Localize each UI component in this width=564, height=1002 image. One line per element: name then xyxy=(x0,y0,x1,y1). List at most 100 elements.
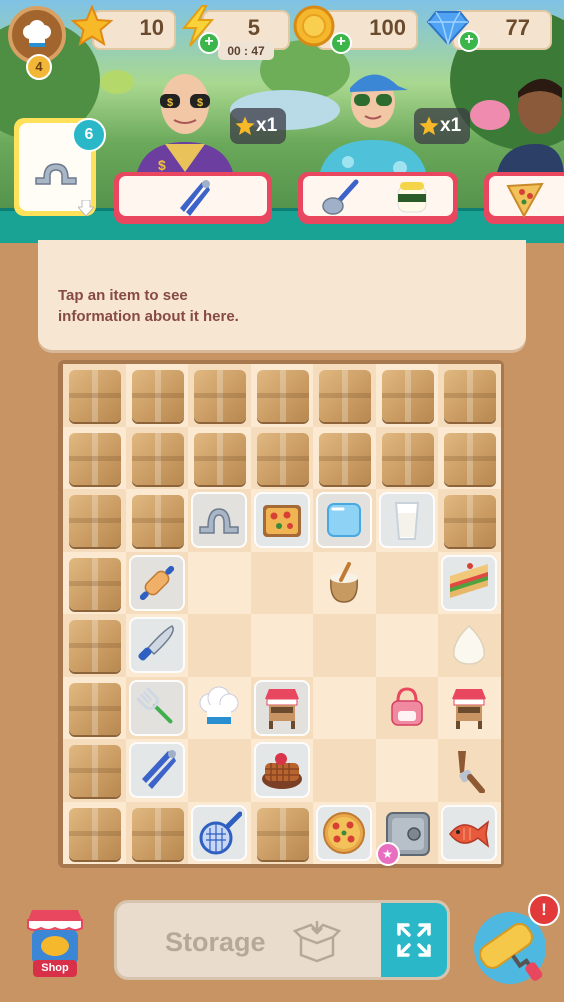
knife-icon[interactable] xyxy=(134,622,180,668)
board-cell[interactable] xyxy=(250,676,313,739)
board-cell[interactable] xyxy=(63,614,126,677)
board-cell[interactable] xyxy=(188,426,251,489)
board-cell[interactable] xyxy=(375,426,438,489)
board-cell[interactable] xyxy=(63,489,126,552)
locked-box[interactable] xyxy=(131,370,184,422)
board-cell[interactable] xyxy=(313,489,376,552)
locked-box[interactable] xyxy=(319,370,371,422)
board-cell[interactable] xyxy=(438,739,501,802)
food-stand-icon[interactable] xyxy=(446,685,492,731)
pizza-slice-icon[interactable] xyxy=(259,497,305,543)
board-cell[interactable] xyxy=(63,426,126,489)
fish-icon[interactable] xyxy=(446,810,492,856)
customer-cap-man[interactable] xyxy=(318,58,428,182)
board-cell[interactable] xyxy=(125,614,188,677)
locked-box[interactable] xyxy=(194,370,246,422)
locked-box[interactable] xyxy=(444,432,496,485)
board-cell[interactable] xyxy=(375,551,438,614)
board-cell[interactable] xyxy=(313,739,376,802)
tongs-icon[interactable] xyxy=(134,747,180,793)
board-cell[interactable] xyxy=(125,426,188,489)
board-cell[interactable] xyxy=(250,364,313,427)
locked-box[interactable] xyxy=(131,432,184,485)
board-cell[interactable] xyxy=(250,739,313,802)
fork-icon[interactable] xyxy=(134,685,180,731)
board-cell[interactable] xyxy=(375,364,438,427)
board-cell[interactable] xyxy=(188,676,251,739)
board-cell[interactable] xyxy=(125,801,188,864)
board-cell[interactable] xyxy=(63,551,126,614)
board-cell[interactable] xyxy=(188,551,251,614)
locked-box[interactable] xyxy=(131,495,184,547)
order-card-2[interactable] xyxy=(298,172,458,224)
locked-box[interactable] xyxy=(256,807,309,860)
locked-box[interactable] xyxy=(194,432,246,485)
board-cell[interactable] xyxy=(438,489,501,552)
board-cell[interactable] xyxy=(438,426,501,489)
locked-box[interactable] xyxy=(69,807,121,860)
sandwich-icon[interactable] xyxy=(446,560,492,606)
clamp-icon[interactable] xyxy=(196,497,242,543)
board-cell[interactable] xyxy=(438,676,501,739)
board-cell[interactable] xyxy=(188,739,251,802)
meat-grinder-icon[interactable] xyxy=(446,747,492,793)
board-cell[interactable] xyxy=(63,364,126,427)
locked-box[interactable] xyxy=(69,745,121,797)
board-cell[interactable] xyxy=(63,801,126,864)
customer-third[interactable] xyxy=(496,68,564,178)
locked-box[interactable] xyxy=(69,682,121,735)
board-cell[interactable] xyxy=(375,676,438,739)
locked-box[interactable] xyxy=(319,432,371,485)
order-card-1[interactable] xyxy=(114,172,272,224)
board-cell[interactable] xyxy=(188,489,251,552)
board-cell[interactable] xyxy=(250,801,313,864)
board-cell[interactable] xyxy=(250,489,313,552)
ice-cube-icon[interactable] xyxy=(321,497,367,543)
board-cell[interactable] xyxy=(188,801,251,864)
board-cell[interactable] xyxy=(313,614,376,677)
board-cell[interactable] xyxy=(438,801,501,864)
locked-box[interactable] xyxy=(69,495,121,547)
gems-plus-button[interactable]: + xyxy=(458,30,480,52)
board-cell[interactable] xyxy=(250,426,313,489)
board-cell[interactable] xyxy=(313,426,376,489)
flour-sack-icon[interactable] xyxy=(321,560,367,606)
sieve-icon[interactable] xyxy=(196,810,242,856)
board-cell[interactable] xyxy=(375,489,438,552)
expand-button[interactable] xyxy=(381,903,447,977)
rolling-pin-icon[interactable] xyxy=(134,560,180,606)
locked-box[interactable] xyxy=(381,432,434,485)
energy-plus-button[interactable]: + xyxy=(198,32,220,54)
board-cell[interactable] xyxy=(250,551,313,614)
board-cell[interactable] xyxy=(438,551,501,614)
locked-box[interactable] xyxy=(131,807,184,860)
locked-box[interactable] xyxy=(256,370,309,422)
rice-ball-icon[interactable] xyxy=(446,622,492,668)
board-cell[interactable] xyxy=(375,614,438,677)
board-cell[interactable] xyxy=(313,801,376,864)
board-cell[interactable] xyxy=(438,364,501,427)
locked-box[interactable] xyxy=(444,370,496,422)
locked-box[interactable] xyxy=(69,557,121,610)
board-cell[interactable] xyxy=(125,551,188,614)
board-cell[interactable] xyxy=(438,614,501,677)
chef-hat-icon[interactable] xyxy=(196,685,242,731)
board-cell[interactable] xyxy=(63,739,126,802)
board-cell[interactable] xyxy=(313,364,376,427)
locked-box[interactable] xyxy=(444,495,496,547)
board-cell[interactable] xyxy=(125,739,188,802)
board-cell[interactable] xyxy=(313,676,376,739)
coins-plus-button[interactable]: + xyxy=(330,32,352,54)
board-cell[interactable] xyxy=(250,614,313,677)
board-cell[interactable] xyxy=(125,489,188,552)
pizza-icon[interactable] xyxy=(321,810,367,856)
board-cell[interactable] xyxy=(63,676,126,739)
board-cell[interactable] xyxy=(375,739,438,802)
locked-box[interactable] xyxy=(69,370,121,422)
waffle-icon[interactable] xyxy=(259,747,305,793)
locked-box[interactable] xyxy=(69,620,121,672)
handbag-icon[interactable] xyxy=(384,685,430,731)
locked-box[interactable] xyxy=(381,370,434,422)
locked-box[interactable] xyxy=(69,432,121,485)
storage-button[interactable]: Storage xyxy=(114,900,450,980)
